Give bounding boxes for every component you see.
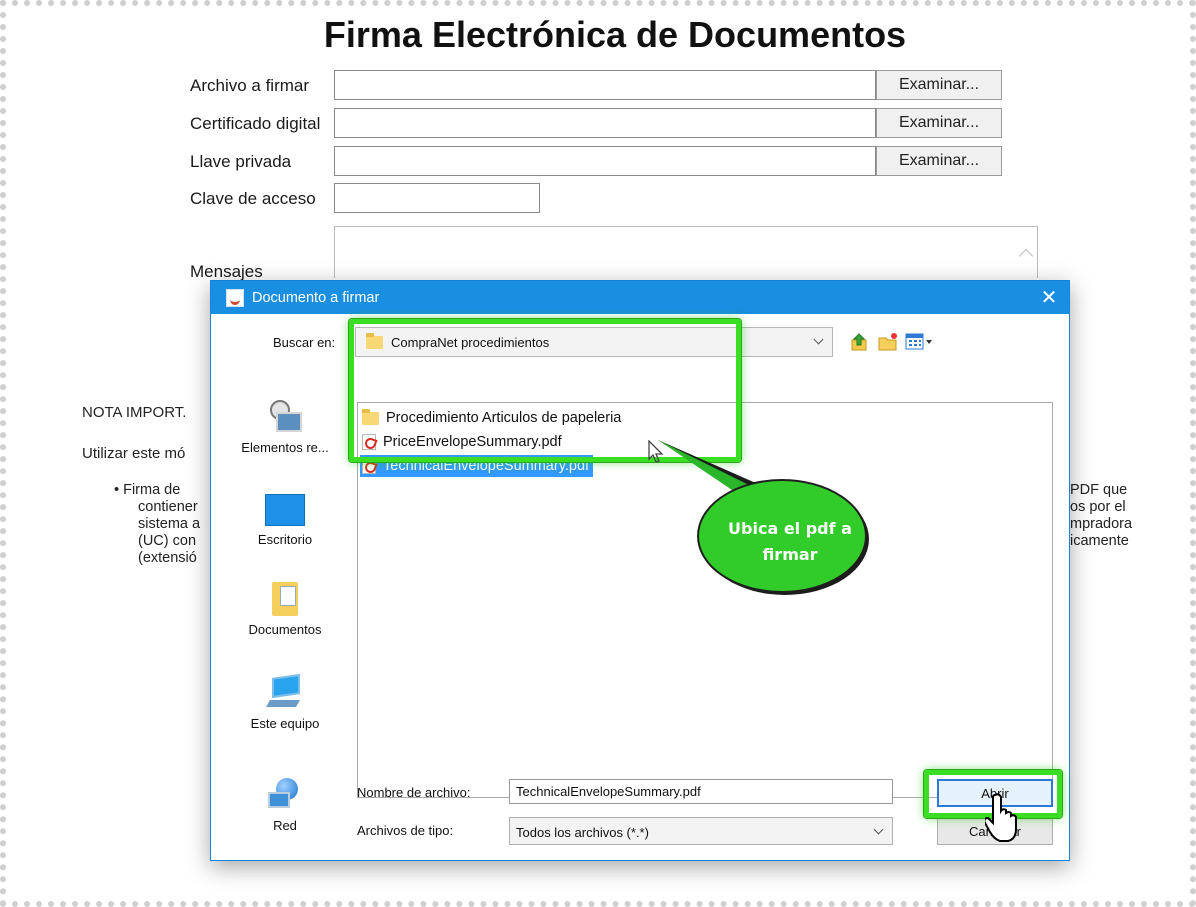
private-key-label: Llave privada (190, 152, 292, 171)
filetype-value: Todos los archivos (*.*) (516, 825, 649, 840)
browse-private-key-button[interactable]: Examinar... (876, 146, 1002, 176)
network-icon (268, 778, 302, 812)
note-heading: NOTA IMPORT. (82, 404, 187, 421)
view-menu-icon[interactable] (905, 332, 935, 352)
usage-text: Utilizar este mó (82, 445, 186, 462)
file-to-sign-input[interactable] (334, 70, 876, 100)
bullet-text-left: • Firma de contiener sistema a (UC) con … (114, 482, 201, 566)
place-label: Escritorio (257, 532, 313, 547)
filename-label: Nombre de archivo: (357, 785, 471, 800)
java-app-icon (226, 288, 244, 307)
password-input[interactable] (334, 183, 540, 213)
place-label: Documentos (248, 622, 322, 637)
this-pc-icon (265, 674, 302, 710)
chevron-down-icon[interactable] (873, 824, 884, 835)
place-desktop[interactable]: Escritorio (225, 494, 345, 547)
browse-file-button[interactable]: Examinar... (876, 70, 1002, 100)
filetype-label: Archivos de tipo: (357, 823, 454, 838)
callout-bubble (658, 440, 869, 595)
filename-input[interactable]: TechnicalEnvelopeSummary.pdf (509, 779, 893, 804)
new-folder-icon[interactable] (877, 332, 899, 352)
certificate-input[interactable] (334, 108, 876, 138)
place-label: Red (273, 818, 297, 833)
page-title: Firma Electrónica de Documentos (323, 14, 907, 55)
browse-certificate-button[interactable]: Examinar... (876, 108, 1002, 138)
dialog-title: Documento a firmar (252, 289, 380, 306)
certificate-label: Certificado digital (190, 114, 321, 133)
dialog-titlebar[interactable]: Documento a firmar ✕ (211, 281, 1069, 314)
up-folder-icon[interactable] (849, 332, 869, 352)
place-recent-items[interactable]: Elementos re... (225, 400, 345, 455)
arrow-cursor-icon (648, 440, 664, 463)
close-icon[interactable]: ✕ (1029, 281, 1069, 314)
bullet-text-right: PDF que os por el mpradora icamente (1070, 482, 1133, 549)
file-to-sign-label: Archivo a firmar (190, 76, 310, 95)
documents-icon (272, 582, 298, 616)
desktop-icon (265, 494, 305, 526)
look-in-label: Buscar en: (273, 335, 336, 350)
place-label: Elementos re... (241, 440, 329, 455)
chevron-down-icon[interactable] (813, 334, 824, 345)
recent-items-icon (268, 400, 302, 434)
password-label: Clave de acceso (190, 189, 316, 208)
filetype-combo[interactable]: Todos los archivos (*.*) (509, 817, 893, 845)
place-network[interactable]: Red (225, 778, 345, 833)
messages-textarea[interactable] (334, 226, 1038, 278)
callout-text: Ubica el pdf a firmar (728, 519, 852, 564)
place-label: Este equipo (250, 716, 320, 731)
private-key-input[interactable] (334, 146, 876, 176)
place-this-pc[interactable]: Este equipo (225, 674, 345, 731)
place-documents[interactable]: Documentos (225, 582, 345, 637)
messages-label: Mensajes (190, 262, 263, 281)
scroll-up-icon[interactable] (1018, 248, 1034, 264)
hand-cursor-icon (985, 793, 1017, 842)
